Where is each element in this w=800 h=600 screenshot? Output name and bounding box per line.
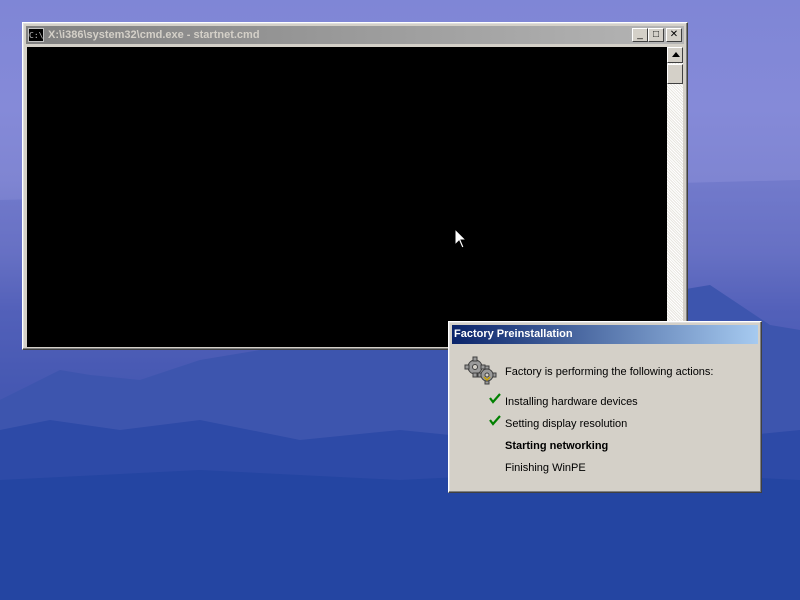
vertical-scrollbar[interactable] — [667, 47, 683, 347]
console-output[interactable] — [27, 47, 667, 347]
close-button[interactable]: ✕ — [666, 28, 682, 42]
factory-preinstallation-dialog[interactable]: Factory Preinstallation Factory is perfo… — [448, 321, 762, 493]
cmd-window[interactable]: C:\ X:\i386\system32\cmd.exe - startnet.… — [22, 22, 688, 350]
task-installing-hardware: Installing hardware devices — [505, 396, 638, 408]
cmd-icon[interactable]: C:\ — [28, 28, 44, 42]
cmd-titlebar[interactable]: C:\ X:\i386\system32\cmd.exe - startnet.… — [26, 26, 684, 44]
gear-icon — [464, 356, 497, 385]
check-icon — [489, 415, 501, 426]
check-icon — [489, 393, 501, 404]
task-finishing-winpe: Finishing WinPE — [505, 462, 586, 474]
maximize-button[interactable]: □ — [648, 28, 664, 42]
minimize-button[interactable]: _ — [632, 28, 648, 42]
task-setting-display: Setting display resolution — [505, 418, 628, 430]
dialog-titlebar[interactable]: Factory Preinstallation — [452, 325, 758, 344]
dialog-message: Factory is performing the following acti… — [505, 366, 714, 378]
caption-buttons: _ □ ✕ — [632, 28, 682, 42]
mouse-pointer-icon — [454, 228, 468, 249]
scroll-up-arrow-icon[interactable] — [667, 47, 683, 63]
cmd-window-title: X:\i386\system32\cmd.exe - startnet.cmd — [48, 29, 260, 41]
scroll-thumb[interactable] — [667, 64, 683, 84]
task-starting-networking: Starting networking — [505, 440, 609, 452]
dialog-title: Factory Preinstallation — [454, 328, 573, 340]
